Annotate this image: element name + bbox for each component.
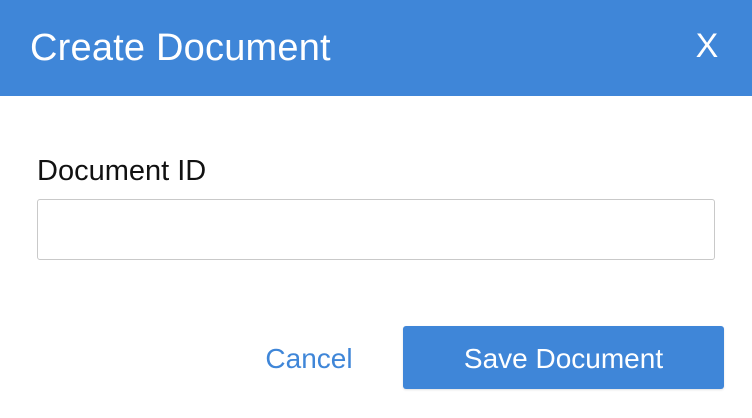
dialog-header: Create Document X xyxy=(0,0,752,96)
document-id-label: Document ID xyxy=(37,155,207,187)
save-document-button[interactable]: Save Document xyxy=(403,326,724,389)
create-document-dialog: Create Document X Document ID Cancel Sav… xyxy=(0,0,752,418)
cancel-button[interactable]: Cancel xyxy=(254,338,364,380)
document-id-input[interactable] xyxy=(37,199,715,260)
close-icon[interactable]: X xyxy=(690,26,724,66)
dialog-title: Create Document xyxy=(30,27,331,69)
